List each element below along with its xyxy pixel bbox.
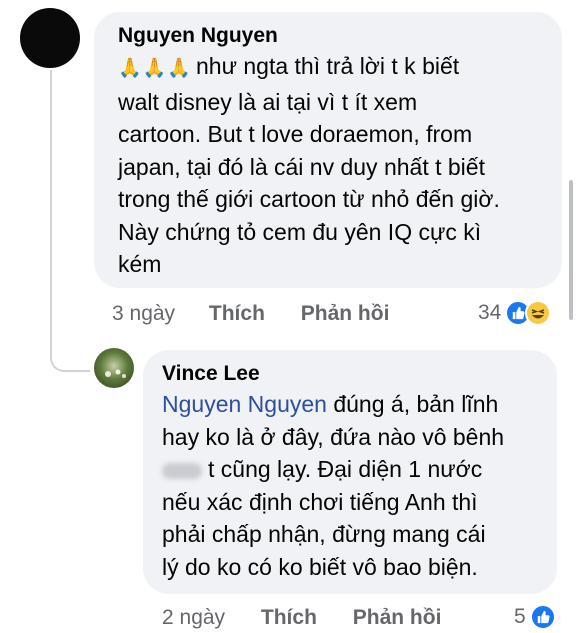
- thread-connector-line: [50, 70, 90, 372]
- reaction-count: 34: [478, 301, 502, 324]
- like-button[interactable]: Thích: [209, 302, 265, 325]
- like-icon: [529, 604, 556, 630]
- reply-line: hay ko là ở đây, đứa nào vô bênh: [162, 423, 505, 450]
- like-button[interactable]: Thích: [261, 606, 317, 629]
- comment-text: 🙏🙏🙏 như ngta thì trả lời t k biết walt di…: [118, 50, 500, 281]
- reply-timestamp[interactable]: 2 ngày: [162, 606, 225, 629]
- reply-line: lý do ko có ko biết vô bao biện.: [162, 553, 478, 580]
- comment-line: Này chứng tỏ cem đu yên IQ cực kì: [118, 218, 482, 245]
- mention-link[interactable]: Nguyen Nguyen: [162, 391, 327, 417]
- reply-button[interactable]: Phản hồi: [301, 302, 390, 325]
- reply-author[interactable]: Vince Lee: [162, 362, 260, 386]
- comment-timestamp[interactable]: 3 ngày: [112, 302, 175, 325]
- comment-line: trong thế giới cartoon từ nhỏ đến giờ.: [118, 186, 500, 212]
- reply-line: nếu xác định chơi tiếng Anh thì: [162, 488, 478, 515]
- scrollbar[interactable]: [569, 180, 573, 320]
- reaction-summary[interactable]: 34: [478, 300, 552, 326]
- reply-line: Nguyen Nguyen đúng á, bản lĩnh: [162, 391, 499, 417]
- comment-line: kém: [118, 251, 162, 277]
- redacted-text: [162, 462, 202, 479]
- avatar[interactable]: [20, 8, 80, 68]
- haha-icon: [525, 300, 552, 326]
- reply-line: t cũng lạy. Đại diện 1 nước: [162, 453, 504, 486]
- comment-author[interactable]: Nguyen Nguyen: [118, 24, 278, 48]
- reply-button[interactable]: Phản hồi: [353, 606, 442, 629]
- reply-actions: 2 ngày Thích Phản hồi: [162, 606, 441, 630]
- reaction-count: 5: [514, 605, 526, 628]
- comment-actions: 3 ngày Thích Phản hồi: [112, 302, 389, 326]
- comment-line: cartoon. But t love doraemon, from: [118, 121, 473, 147]
- folded-hands-emoji: 🙏🙏🙏: [118, 58, 192, 79]
- reply-text: Nguyen Nguyen đúng á, bản lĩnh hay ko là…: [162, 388, 504, 583]
- comment-line: japan, tại đó là cái nv duy nhất t biết: [118, 153, 485, 180]
- avatar[interactable]: [94, 348, 134, 388]
- reaction-summary[interactable]: 5: [514, 604, 556, 630]
- comment-line: 🙏🙏🙏 như ngta thì trả lời t k biết: [118, 53, 460, 79]
- comment-line: walt disney là ai tại vì t ít xem: [118, 88, 418, 115]
- reply-line: phải chấp nhận, đừng mang cái: [162, 521, 486, 547]
